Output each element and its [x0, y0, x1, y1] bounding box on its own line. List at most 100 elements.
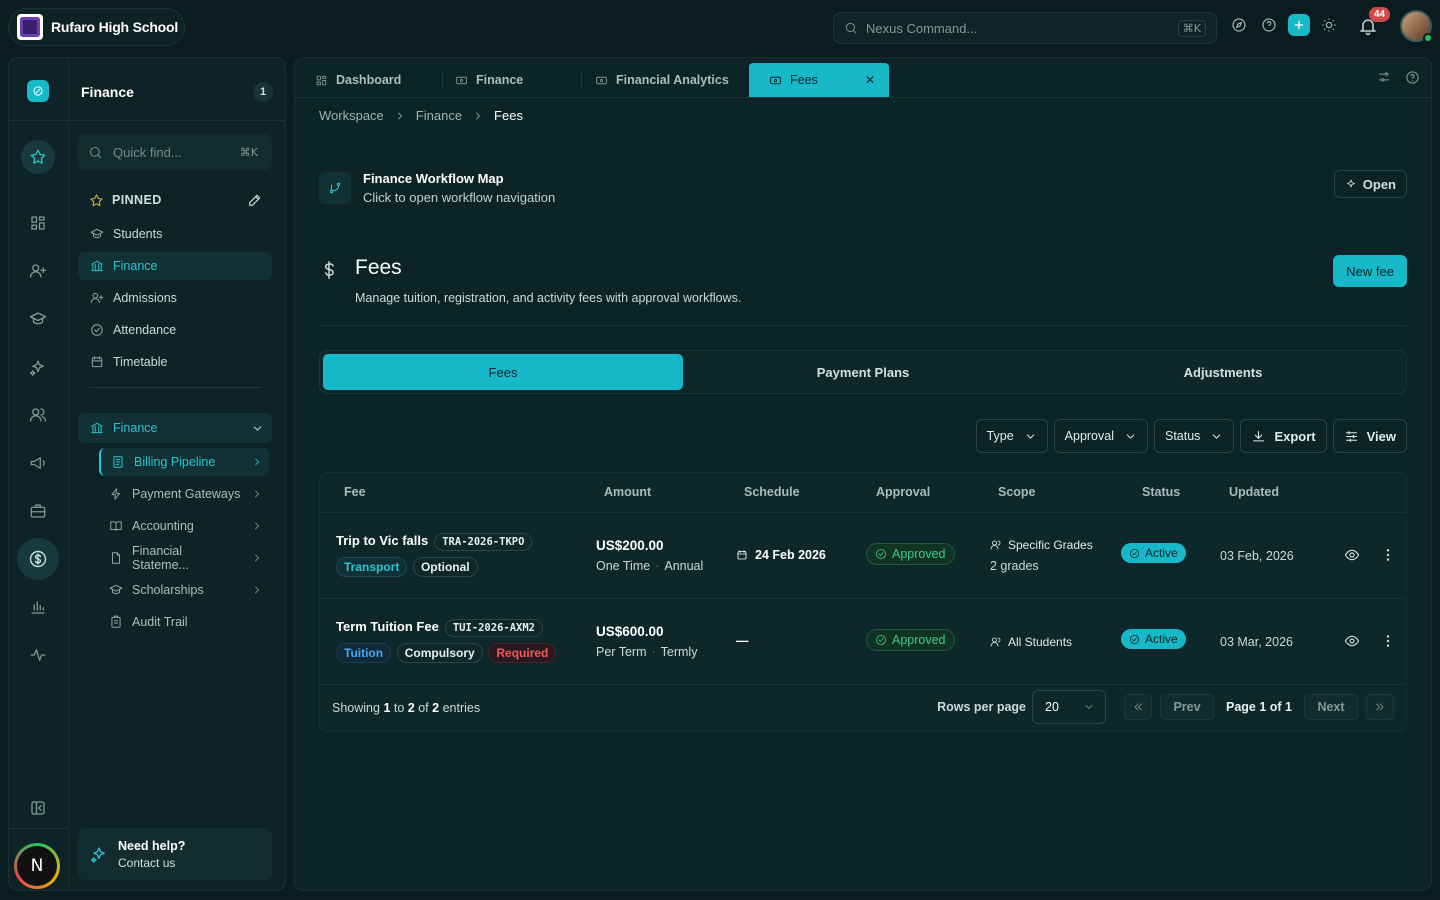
chevron-down-icon: [1210, 430, 1223, 443]
sparkles-icon[interactable]: [27, 356, 49, 378]
pinned-star-icon: [89, 193, 104, 208]
type-filter[interactable]: Type: [975, 419, 1048, 453]
fee-period: Annual: [664, 559, 704, 573]
pinned-item-attendance[interactable]: Attendance: [78, 316, 272, 344]
sub-item-accounting[interactable]: Accounting: [99, 512, 269, 540]
new-fee-button[interactable]: New fee: [1333, 255, 1407, 287]
approval-badge: Approved: [866, 629, 955, 651]
filter-label: Type: [986, 429, 1014, 443]
column-header[interactable]: Amount: [604, 485, 651, 499]
column-header[interactable]: Status: [1142, 485, 1180, 499]
filter-toolbar: Type Approval Status Export View: [975, 419, 1407, 453]
first-page-button[interactable]: [1124, 694, 1152, 720]
export-button[interactable]: Export: [1240, 419, 1327, 453]
table-summary: Showing 1 to 2 of 2 entries: [332, 701, 480, 715]
user-account-avatar[interactable]: N: [14, 843, 60, 889]
tab-fees[interactable]: Fees ✕: [749, 63, 889, 97]
sub-item-scholarships[interactable]: Scholarships: [99, 576, 269, 604]
chevron-down-icon: [251, 422, 264, 435]
approval-badge: Approved: [866, 543, 955, 565]
help-card[interactable]: Need help? Contact us: [78, 828, 272, 880]
tab-adjustments[interactable]: Adjustments: [1043, 354, 1403, 390]
sub-item-financial-statements[interactable]: Financial Stateme...: [99, 544, 269, 572]
bar-chart-icon[interactable]: [27, 596, 49, 618]
tab-label: Finance: [476, 73, 524, 87]
approval-filter[interactable]: Approval: [1053, 419, 1148, 453]
megaphone-icon[interactable]: [27, 452, 49, 474]
next-page-button[interactable]: Next: [1304, 694, 1358, 720]
tab-icon: [455, 74, 468, 87]
check-circle-icon: [90, 323, 104, 337]
tab-financial-analytics[interactable]: Financial Analytics: [575, 63, 750, 97]
column-header[interactable]: Schedule: [744, 485, 800, 499]
help-icon[interactable]: [1405, 70, 1420, 85]
tab-label: Financial Analytics: [616, 73, 729, 87]
eye-icon[interactable]: [1344, 633, 1360, 649]
finance-group-toggle[interactable]: Finance: [78, 413, 272, 443]
workflow-map-banner[interactable]: Finance Workflow Map Click to open workf…: [319, 168, 1407, 208]
breadcrumb-finance[interactable]: Finance: [416, 108, 462, 123]
sub-item-billing-pipeline[interactable]: Billing Pipeline: [99, 448, 269, 476]
compass-icon[interactable]: [1228, 14, 1250, 36]
summary-total: 2: [432, 701, 440, 715]
download-icon: [1251, 429, 1266, 444]
finance-dollar-icon[interactable]: [17, 538, 59, 580]
more-options-icon[interactable]: [1380, 547, 1396, 563]
tab-finance[interactable]: Finance: [435, 63, 581, 97]
command-palette-input[interactable]: Nexus Command... ⌘K: [833, 12, 1217, 44]
sub-item-payment-gateways[interactable]: Payment Gateways: [99, 480, 269, 508]
star-icon[interactable]: [21, 140, 55, 174]
dashboard-grid-icon[interactable]: [27, 212, 49, 234]
command-placeholder: Nexus Command...: [866, 20, 978, 36]
table-row[interactable]: Term Tuition Fee TUI-2026-AXM2 Tuition Co…: [320, 599, 1406, 685]
sun-icon[interactable]: [1318, 14, 1340, 36]
table-row[interactable]: Trip to Vic falls TRA-2026-TKPO Transport…: [320, 513, 1406, 599]
status-filter[interactable]: Status: [1154, 419, 1235, 453]
more-options-icon[interactable]: [1380, 633, 1396, 649]
edit-pencil-icon[interactable]: [247, 192, 263, 208]
tab-dashboard[interactable]: Dashboard: [295, 63, 435, 97]
graduation-cap-icon[interactable]: [27, 308, 49, 330]
app-logo-icon[interactable]: [27, 80, 49, 102]
tab-fees-view[interactable]: Fees: [323, 354, 683, 390]
collapse-sidebar-icon[interactable]: [27, 797, 49, 819]
user-plus-icon[interactable]: [27, 260, 49, 282]
settings-sliders-icon[interactable]: [1377, 70, 1391, 84]
eye-icon[interactable]: [1344, 547, 1360, 563]
breadcrumb-workspace[interactable]: Workspace: [319, 108, 384, 123]
quick-find-shortcut: ⌘K: [239, 145, 258, 159]
quick-find-placeholder: Quick find...: [113, 144, 182, 160]
last-page-button[interactable]: [1366, 694, 1394, 720]
tag-chip: Required: [488, 643, 557, 663]
fee-updated: 03 Mar, 2026: [1220, 635, 1293, 649]
view-button[interactable]: View: [1332, 419, 1407, 453]
open-workflow-button[interactable]: Open: [1333, 170, 1407, 198]
filter-label: Status: [1165, 429, 1201, 443]
help-icon[interactable]: [1258, 14, 1280, 36]
close-icon[interactable]: ✕: [865, 73, 875, 87]
sub-item-audit-trail[interactable]: Audit Trail: [99, 608, 269, 636]
school-switcher[interactable]: Rufaro High School: [8, 8, 185, 46]
tab-payment-plans[interactable]: Payment Plans: [683, 354, 1043, 390]
pinned-item-finance[interactable]: Finance: [78, 252, 272, 280]
briefcase-icon[interactable]: [27, 500, 49, 522]
pinned-label: PINNED: [112, 193, 162, 207]
column-header[interactable]: Scope: [998, 485, 1036, 499]
column-header[interactable]: Approval: [876, 485, 930, 499]
pinned-item-timetable[interactable]: Timetable: [78, 348, 272, 376]
chevrons-right-icon: [1374, 701, 1386, 713]
add-icon[interactable]: [1288, 14, 1310, 36]
prev-page-button[interactable]: Prev: [1160, 694, 1214, 720]
quick-find-input[interactable]: Quick find... ⌘K: [78, 134, 272, 170]
activity-icon[interactable]: [27, 644, 49, 666]
rows-per-page-select[interactable]: 20: [1032, 690, 1106, 724]
users-icon[interactable]: [27, 404, 49, 426]
column-header[interactable]: Fee: [344, 485, 366, 499]
column-header[interactable]: Updated: [1229, 485, 1279, 499]
user-avatar[interactable]: [1400, 10, 1433, 43]
fee-scope: All Students: [1008, 635, 1073, 649]
pinned-item-admissions[interactable]: Admissions: [78, 284, 272, 312]
user-plus-icon: [90, 291, 104, 305]
sub-item-label: Accounting: [132, 519, 194, 533]
pinned-item-students[interactable]: Students: [78, 220, 272, 248]
